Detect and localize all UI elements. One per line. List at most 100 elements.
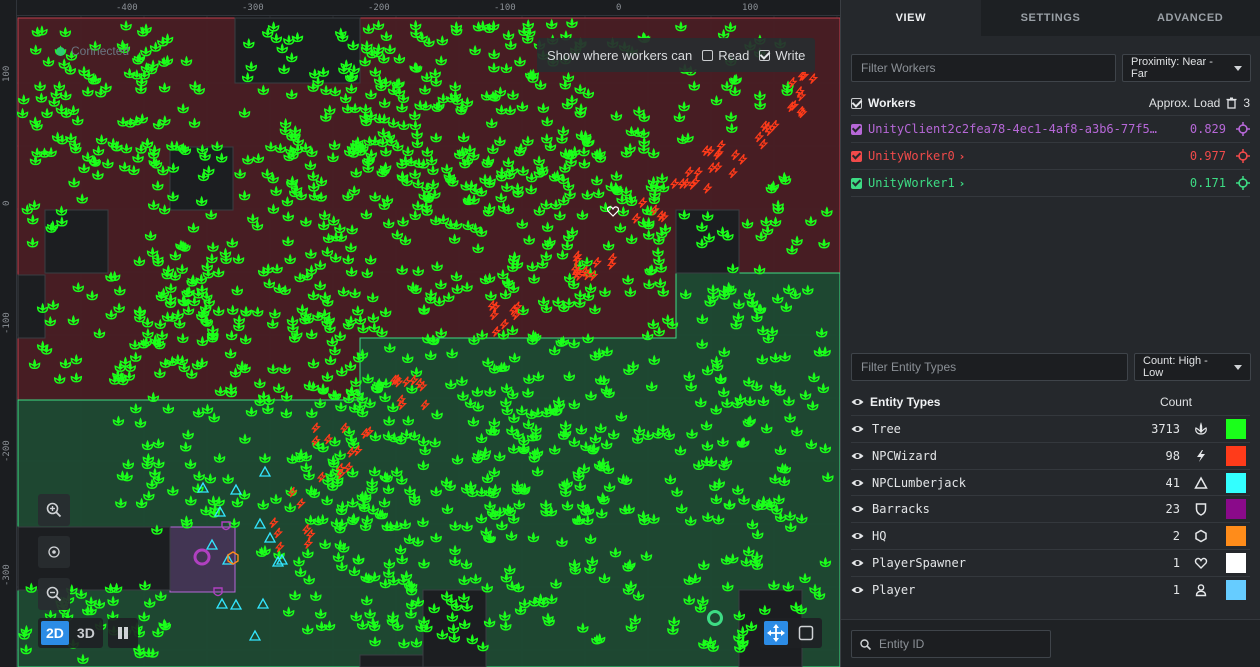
crosshair-icon[interactable] — [1236, 149, 1250, 163]
read-label: Read — [718, 47, 750, 63]
entity-type-row[interactable]: HQ 2 — [851, 522, 1250, 549]
recenter-button[interactable] — [38, 536, 70, 568]
empty-chunk — [44, 209, 109, 274]
tab-view[interactable]: VIEW — [841, 0, 981, 36]
color-swatch[interactable] — [1226, 526, 1246, 547]
triangle-icon — [1194, 476, 1208, 489]
empty-chunk — [359, 654, 424, 667]
ruler-x-label: -100 — [494, 3, 516, 13]
search-icon — [860, 638, 871, 650]
entity-shape-cell — [1186, 583, 1216, 597]
entity-type-count: 2 — [1172, 529, 1180, 544]
color-swatch[interactable] — [1226, 445, 1246, 466]
eye-icon[interactable] — [851, 424, 864, 434]
read-checkbox[interactable] — [702, 49, 714, 61]
entity-type-name: Player — [872, 582, 916, 597]
approx-load-label: Approx. Load — [1148, 96, 1221, 110]
zoom-out-button[interactable] — [38, 578, 70, 610]
eye-icon[interactable] — [851, 451, 864, 461]
eye-icon[interactable] — [851, 585, 864, 595]
entity-type-row[interactable]: Tree 3713 — [851, 415, 1250, 442]
worker-checkbox[interactable] — [851, 123, 862, 135]
filter-workers-input[interactable] — [851, 54, 1116, 82]
workers-can-overlay: Show where workers can Read Write — [537, 38, 816, 72]
worker-load: 0.829 — [1189, 122, 1226, 136]
empty-chunk — [17, 274, 46, 339]
entity-type-row[interactable]: NPCLumberjack 41 — [851, 468, 1250, 496]
chevron-right-icon[interactable]: › — [960, 150, 965, 163]
tab-settings[interactable]: SETTINGS — [981, 0, 1121, 36]
map-tools — [760, 618, 822, 648]
eye-icon[interactable] — [851, 397, 864, 407]
eye-icon[interactable] — [851, 478, 864, 488]
color-swatch[interactable] — [1226, 553, 1246, 573]
entity-types-title: Entity Types — [870, 395, 941, 409]
mode-2d-button[interactable]: 2D — [41, 621, 69, 645]
divider — [851, 196, 1250, 197]
worker-checkbox[interactable] — [851, 150, 862, 162]
status-dot-icon — [56, 46, 65, 56]
workers-toggle-all-checkbox[interactable] — [851, 97, 862, 109]
workers-can-label: Show where workers can — [547, 47, 693, 63]
entity-sort-select[interactable]: Count: High - Low — [1134, 353, 1251, 381]
zoom-in-button[interactable] — [38, 494, 70, 526]
ruler-horizontal: -400 -300 -200 -100 0 100 — [0, 0, 840, 16]
pause-button[interactable] — [108, 618, 138, 648]
ruler-y-label: -100 — [2, 312, 12, 334]
heart-icon — [1194, 557, 1208, 569]
color-swatch[interactable] — [1226, 579, 1246, 600]
entity-type-row[interactable]: PlayerSpawner 1 — [851, 549, 1250, 576]
tab-advanced[interactable]: ADVANCED — [1120, 0, 1260, 36]
workers-sort-select[interactable]: Proximity: Near - Far — [1122, 54, 1251, 82]
color-swatch[interactable] — [1226, 419, 1246, 439]
read-toggle[interactable]: Read — [702, 48, 749, 63]
entity-id-field[interactable] — [851, 630, 1051, 658]
crosshair-icon[interactable] — [1236, 122, 1250, 136]
ruler-x-label: 0 — [616, 3, 622, 13]
hexagon-icon — [1195, 529, 1207, 543]
chevron-right-icon[interactable]: › — [960, 177, 965, 190]
crosshair-icon[interactable] — [1236, 176, 1250, 190]
ruler-y-label: -200 — [2, 440, 12, 462]
select-tool-button[interactable] — [794, 621, 818, 645]
entity-shape-cell — [1186, 556, 1216, 570]
entity-type-name: NPCLumberjack — [872, 475, 966, 490]
filter-entity-types-input[interactable] — [851, 353, 1128, 381]
chevron-down-icon — [1234, 364, 1242, 370]
entity-types-header: Entity Types Count — [851, 390, 1250, 414]
workers-count: 3 — [1243, 96, 1250, 110]
map-canvas[interactable] — [0, 0, 840, 667]
panel-tabs: VIEW SETTINGS ADVANCED — [841, 0, 1260, 36]
worker-row[interactable]: UnityWorker1 › 0.171 — [851, 169, 1250, 196]
eye-icon[interactable] — [851, 504, 864, 514]
entity-type-name: PlayerSpawner — [872, 556, 966, 570]
entity-shape-cell — [1186, 476, 1216, 490]
tree-icon — [1195, 422, 1207, 435]
color-swatch[interactable] — [1226, 472, 1246, 493]
worker-checkbox[interactable] — [851, 177, 862, 189]
world-map[interactable]: -400 -300 -200 -100 0 100 100 0 -100 -20… — [0, 0, 840, 667]
zoom-out-icon — [46, 586, 62, 602]
entity-type-row[interactable]: Player 1 — [851, 575, 1250, 603]
write-toggle[interactable]: Write — [759, 48, 805, 63]
mode-3d-button[interactable]: 3D — [72, 621, 100, 645]
trash-icon[interactable] — [1226, 97, 1237, 109]
workers-filter-row: Proximity: Near - Far — [851, 54, 1251, 82]
entity-shape-cell — [1186, 449, 1216, 463]
ruler-y-label: 0 — [2, 200, 12, 206]
eye-icon[interactable] — [851, 558, 864, 568]
entity-type-name: Barracks — [872, 502, 930, 517]
worker-row[interactable]: UnityClient2c2fea78-4ec1-4af8-a3b6-77f5f… — [851, 115, 1250, 142]
pause-icon — [118, 627, 128, 639]
write-checkbox[interactable] — [759, 49, 771, 61]
pan-tool-button[interactable] — [764, 621, 788, 645]
eye-icon[interactable] — [851, 531, 864, 541]
entity-shape-cell — [1186, 502, 1216, 517]
ruler-vertical: 100 0 -100 -200 -300 — [0, 0, 17, 667]
entity-id-input[interactable] — [879, 637, 1039, 651]
entity-type-row[interactable]: Barracks 23 — [851, 495, 1250, 522]
view-mode-toggle: 2D 3D — [38, 618, 103, 648]
entity-type-row[interactable]: NPCWizard 98 — [851, 441, 1250, 469]
color-swatch[interactable] — [1226, 499, 1246, 520]
worker-row[interactable]: UnityWorker0 › 0.977 — [851, 142, 1250, 169]
